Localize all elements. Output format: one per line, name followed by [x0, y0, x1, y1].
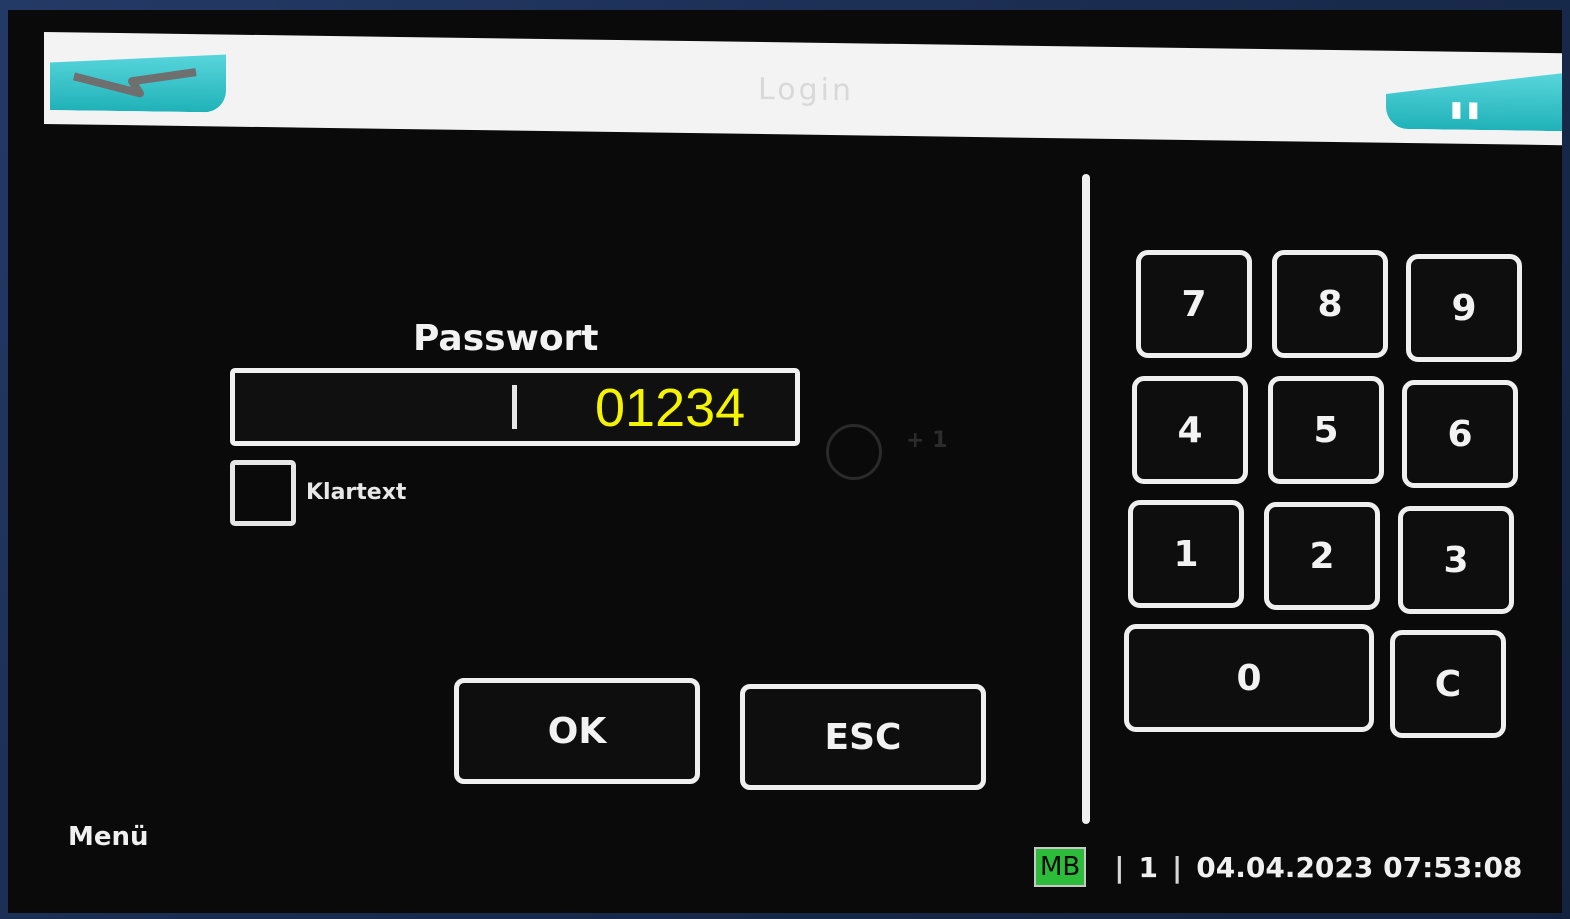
status-separator: | [1114, 850, 1125, 884]
password-input[interactable]: 01234 [230, 368, 800, 446]
password-value: 01234 [595, 378, 746, 438]
key-4[interactable]: 4 [1132, 376, 1248, 484]
status-counter: 1 [1138, 850, 1158, 884]
status-separator: | [1172, 850, 1183, 884]
title-bar: Login ▮▮ [44, 32, 1562, 146]
cleartext-label: Klartext [306, 480, 407, 505]
page-title: Login [758, 71, 854, 109]
faded-text: + 1 [906, 428, 948, 453]
text-cursor [512, 385, 517, 429]
home-button[interactable]: ▮▮ [1386, 71, 1562, 131]
key-clear[interactable]: C [1390, 630, 1506, 738]
key-2[interactable]: 2 [1264, 502, 1380, 610]
divider [1082, 174, 1090, 824]
mb-badge: MB [1034, 847, 1087, 887]
password-label: Passwort [413, 318, 599, 359]
key-0[interactable]: 0 [1124, 624, 1374, 732]
faded-circle-icon [826, 424, 882, 480]
ok-button[interactable]: OK [454, 678, 700, 784]
key-9[interactable]: 9 [1406, 254, 1522, 362]
cleartext-checkbox[interactable] [230, 460, 296, 526]
key-3[interactable]: 3 [1398, 506, 1514, 614]
menu-button[interactable]: Menü [68, 822, 149, 852]
device-screen: Login ▮▮ Passwort 01234 + 1 Klartext OK … [8, 10, 1562, 913]
key-6[interactable]: 6 [1402, 380, 1518, 488]
key-5[interactable]: 5 [1268, 376, 1384, 484]
key-8[interactable]: 8 [1272, 250, 1388, 358]
status-datetime: 04.04.2023 07:53:08 [1196, 850, 1523, 884]
key-7[interactable]: 7 [1136, 250, 1252, 358]
key-1[interactable]: 1 [1128, 500, 1244, 608]
status-bar: MB | 1 | 04.04.2023 07:53:08 [1034, 846, 1522, 888]
home-icon: ▮▮ [1448, 91, 1482, 126]
esc-button[interactable]: ESC [740, 684, 986, 790]
